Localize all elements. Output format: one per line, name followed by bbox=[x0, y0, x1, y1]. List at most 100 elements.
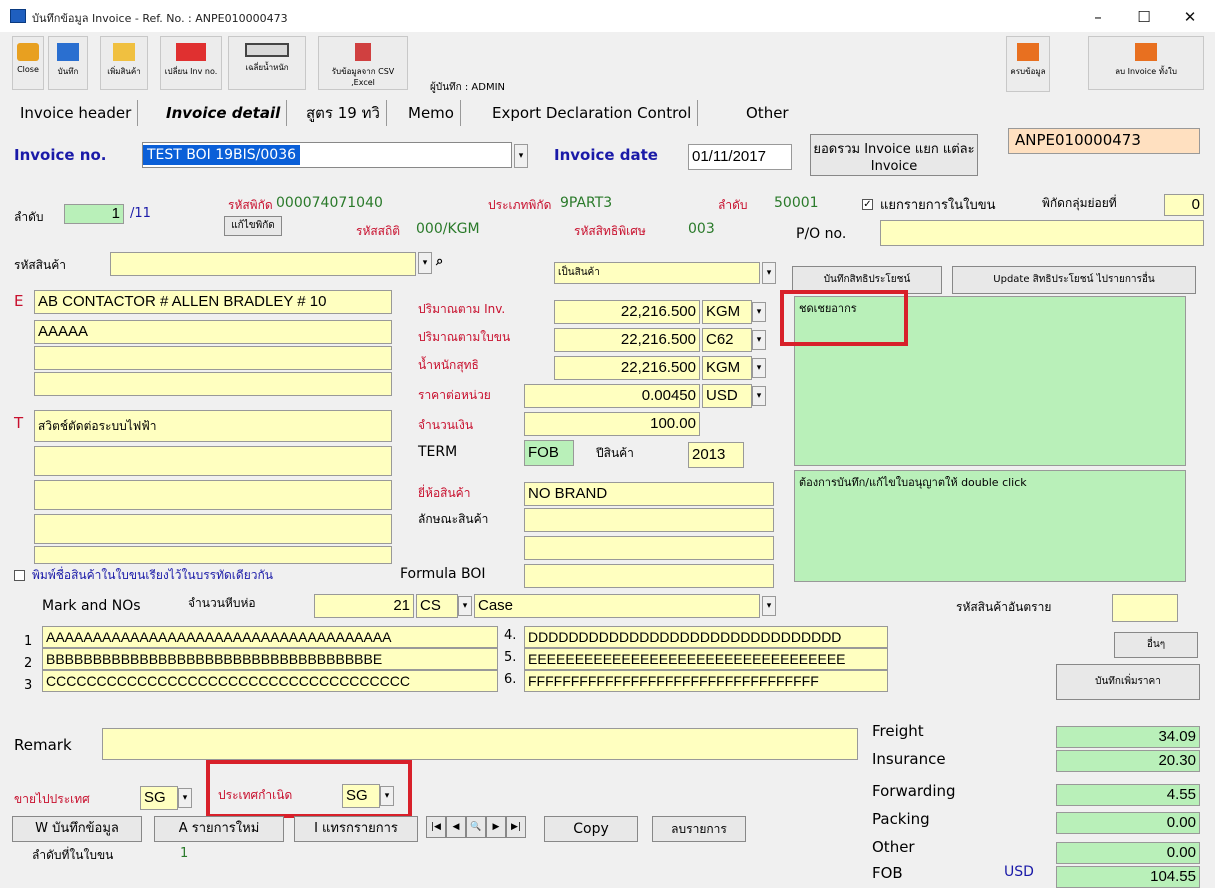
seq-total: /11 bbox=[130, 206, 151, 221]
nav-first-button[interactable]: |◀ bbox=[426, 816, 446, 838]
qty-inv-unit[interactable]: KGM bbox=[702, 300, 752, 324]
edit-tariff-button[interactable]: แก้ไขพิกัด bbox=[224, 216, 282, 236]
mark-line-2[interactable]: BBBBBBBBBBBBBBBBBBBBBBBBBBBBBBBBBBBE bbox=[42, 648, 498, 670]
minimize-button[interactable]: – bbox=[1075, 4, 1121, 30]
nav-next-button[interactable]: ▶ bbox=[486, 816, 506, 838]
product-code-dropdown[interactable]: ▾ bbox=[418, 252, 432, 274]
type-value: 9PART3 bbox=[560, 195, 613, 211]
desc-t-line-2[interactable] bbox=[34, 446, 392, 476]
package-unit-field[interactable]: CS bbox=[416, 594, 458, 618]
brand-field[interactable]: NO BRAND bbox=[524, 482, 774, 506]
delete-record-button[interactable]: ลบรายการ bbox=[652, 816, 746, 842]
net-weight-field[interactable]: 22,216.500 bbox=[554, 356, 700, 380]
invoice-no-combo[interactable]: TEST BOI 19BIS/0036 bbox=[142, 142, 512, 168]
mark-line-6[interactable]: FFFFFFFFFFFFFFFFFFFFFFFFFFFFFFFFFF bbox=[524, 670, 888, 692]
extra-info-button[interactable]: ครบข้อมูล bbox=[1006, 36, 1050, 92]
nav-prev-button[interactable]: ◀ bbox=[446, 816, 466, 838]
insert-record-button[interactable]: I แทรกรายการ bbox=[294, 816, 418, 842]
package-unit-dropdown[interactable]: ▾ bbox=[458, 596, 472, 616]
formula-boi-field[interactable] bbox=[524, 564, 774, 588]
insurance-field[interactable]: 20.30 bbox=[1056, 750, 1200, 772]
mark-line-1[interactable]: AAAAAAAAAAAAAAAAAAAAAAAAAAAAAAAAAAAAA bbox=[42, 626, 498, 648]
new-record-button[interactable]: A รายการใหม่ bbox=[154, 816, 284, 842]
forwarding-field[interactable]: 4.55 bbox=[1056, 784, 1200, 806]
year-field[interactable]: 2013 bbox=[688, 442, 744, 468]
desc-t-line-4[interactable] bbox=[34, 514, 392, 544]
feature-field-1[interactable] bbox=[524, 508, 774, 532]
license-text-area[interactable]: ต้องการบันทึก/แก้ไขใบอนุญาตให้ double cl… bbox=[794, 470, 1186, 582]
invoice-date-field[interactable]: 01/11/2017 bbox=[688, 144, 792, 170]
freight-field[interactable]: 34.09 bbox=[1056, 726, 1200, 748]
close-window-button[interactable]: ✕ bbox=[1167, 4, 1213, 30]
save-button[interactable]: บันทึก bbox=[48, 36, 88, 90]
weight-label: เฉลี่ยน้ำหนัก bbox=[245, 63, 289, 72]
qty-decl-unit-dropdown[interactable]: ▾ bbox=[752, 330, 766, 350]
unit-price-field[interactable]: 0.00450 bbox=[524, 384, 700, 408]
currency-field[interactable]: USD bbox=[702, 384, 752, 408]
other-button[interactable]: อื่นๆ bbox=[1114, 632, 1198, 658]
desc-e-line-2[interactable]: AAAAA bbox=[34, 320, 392, 344]
feature-field-2[interactable] bbox=[524, 536, 774, 560]
mark-line-3[interactable]: CCCCCCCCCCCCCCCCCCCCCCCCCCCCCCCCCCCC bbox=[42, 670, 498, 692]
add-price-button[interactable]: บันทึกเพิ่มราคา bbox=[1056, 664, 1200, 700]
tab-export-declaration[interactable]: Export Declaration Control bbox=[486, 100, 699, 126]
package-qty-field[interactable]: 21 bbox=[314, 594, 414, 618]
package-desc-field[interactable]: Case bbox=[474, 594, 760, 618]
tab-other[interactable]: Other bbox=[740, 100, 795, 126]
goods-type-dropdown[interactable]: ▾ bbox=[762, 262, 776, 284]
split-checkbox[interactable]: ✓ bbox=[862, 199, 873, 210]
invoice-no-dropdown[interactable]: ▾ bbox=[514, 144, 528, 168]
average-weight-button[interactable]: เฉลี่ยน้ำหนัก bbox=[228, 36, 306, 90]
print-single-line-checkbox[interactable] bbox=[14, 570, 25, 581]
term-field[interactable]: FOB bbox=[524, 440, 574, 466]
invoice-total-button[interactable]: ยอดรวม Invoice แยก แต่ละ Invoice bbox=[810, 134, 978, 176]
product-code-field[interactable] bbox=[110, 252, 416, 276]
amount-field[interactable]: 100.00 bbox=[524, 412, 700, 436]
packing-field[interactable]: 0.00 bbox=[1056, 812, 1200, 834]
desc-e-line-3[interactable] bbox=[34, 346, 392, 370]
tab-formula-19bis[interactable]: สูตร 19 ทวิ bbox=[300, 100, 387, 126]
tab-invoice-header[interactable]: Invoice header bbox=[14, 100, 139, 126]
group-field[interactable]: 0 bbox=[1164, 194, 1204, 216]
po-field[interactable] bbox=[880, 220, 1204, 246]
mark-line-5[interactable]: EEEEEEEEEEEEEEEEEEEEEEEEEEEEEEEEEE bbox=[524, 648, 888, 670]
danger-code-field[interactable] bbox=[1112, 594, 1178, 622]
maximize-button[interactable]: ☐ bbox=[1121, 4, 1167, 30]
delete-doc-icon bbox=[1135, 43, 1157, 61]
net-weight-unit[interactable]: KGM bbox=[702, 356, 752, 380]
nav-last-button[interactable]: ▶| bbox=[506, 816, 526, 838]
desc-e-line-1[interactable]: AB CONTACTOR # ALLEN BRADLEY # 10 bbox=[34, 290, 392, 314]
qty-decl-unit[interactable]: C62 bbox=[702, 328, 752, 352]
mark-line-4[interactable]: DDDDDDDDDDDDDDDDDDDDDDDDDDDDDDD bbox=[524, 626, 888, 648]
desc-e-line-4[interactable] bbox=[34, 372, 392, 396]
country-to-field[interactable]: SG bbox=[140, 786, 178, 810]
save-record-button[interactable]: W บันทึกข้อมูล bbox=[12, 816, 142, 842]
fob-field[interactable]: 104.55 bbox=[1056, 866, 1200, 888]
update-benefit-button[interactable]: Update สิทธิประโยชน์ ไปรายการอื่น bbox=[952, 266, 1196, 294]
other-cost-field[interactable]: 0.00 bbox=[1056, 842, 1200, 864]
remark-field[interactable] bbox=[102, 728, 858, 760]
delete-invoice-button[interactable]: ลบ Invoice ทั้งใบ bbox=[1088, 36, 1204, 90]
seq-field[interactable]: 1 bbox=[64, 204, 124, 224]
desc-t-line-5[interactable] bbox=[34, 546, 392, 564]
qty-decl-field[interactable]: 22,216.500 bbox=[554, 328, 700, 352]
desc-t-line-3[interactable] bbox=[34, 480, 392, 510]
copy-button[interactable]: Copy bbox=[544, 816, 638, 842]
po-label: P/O no. bbox=[796, 226, 847, 242]
nav-find-button[interactable]: 🔍 bbox=[466, 816, 486, 838]
tab-invoice-detail[interactable]: Invoice detail bbox=[160, 100, 288, 126]
qty-inv-unit-dropdown[interactable]: ▾ bbox=[752, 302, 766, 322]
country-to-dropdown[interactable]: ▾ bbox=[178, 788, 192, 808]
import-csv-button[interactable]: รับข้อมูลจาก CSV ,Excel bbox=[318, 36, 408, 90]
close-button[interactable]: Close bbox=[12, 36, 44, 90]
goods-type-field[interactable]: เป็นสินค้า bbox=[554, 262, 760, 284]
currency-dropdown[interactable]: ▾ bbox=[752, 386, 766, 406]
change-invoice-no-button[interactable]: เปลี่ยน Inv no. bbox=[160, 36, 222, 90]
package-desc-dropdown[interactable]: ▾ bbox=[762, 596, 776, 616]
tab-memo[interactable]: Memo bbox=[402, 100, 461, 126]
desc-t-line-1[interactable]: สวิตช์ตัดต่อระบบไฟฟ้า bbox=[34, 410, 392, 442]
qty-inv-field[interactable]: 22,216.500 bbox=[554, 300, 700, 324]
add-product-button[interactable]: เพิ่มสินค้า bbox=[100, 36, 148, 90]
net-weight-unit-dropdown[interactable]: ▾ bbox=[752, 358, 766, 378]
binoculars-icon[interactable]: ⌕ bbox=[436, 254, 443, 269]
